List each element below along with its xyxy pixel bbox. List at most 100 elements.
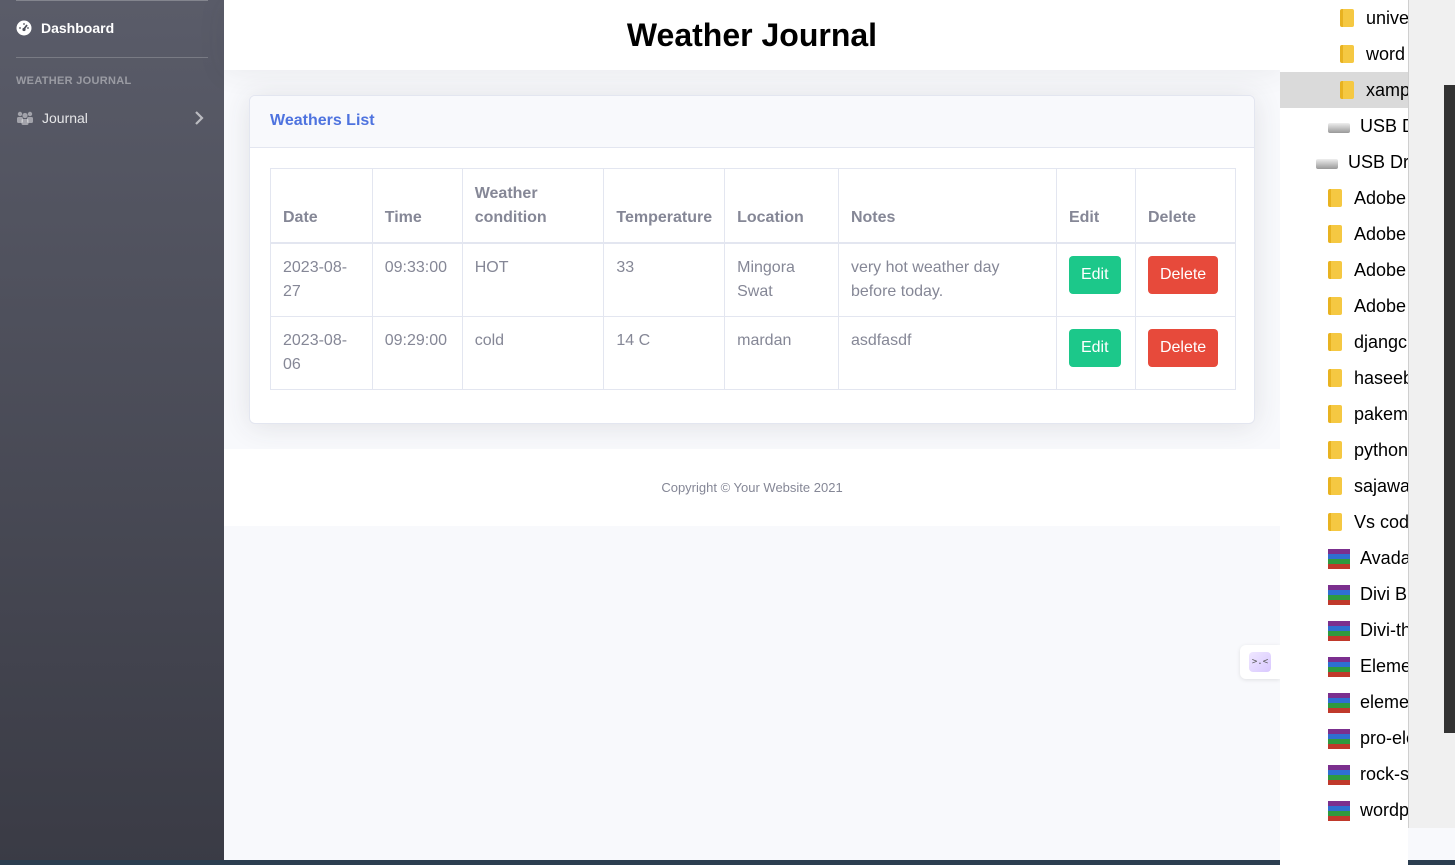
explorer-item[interactable]: python <box>1280 432 1408 468</box>
archive-icon <box>1328 801 1352 821</box>
column-header-condition: Weather condition <box>461 168 605 244</box>
folder-icon <box>1328 441 1346 459</box>
cell-date: 2023-08-06 <box>270 315 373 390</box>
archive-icon <box>1328 621 1352 641</box>
widget-icon: >.< <box>1249 652 1271 672</box>
sidebar-item-journal[interactable]: Journal <box>16 108 208 128</box>
explorer-item-label: python <box>1354 439 1408 460</box>
folder-icon <box>1328 513 1346 531</box>
cell-condition: cold <box>461 315 605 390</box>
folder-icon <box>1328 225 1346 243</box>
explorer-item-label: pakem <box>1354 403 1408 424</box>
cell-delete: Delete <box>1134 242 1237 317</box>
explorer-item[interactable]: Elemer <box>1280 648 1408 684</box>
explorer-item[interactable]: Adobe <box>1280 288 1408 324</box>
edit-button[interactable]: Edit <box>1068 255 1121 294</box>
explorer-item-label: Adobe <box>1354 295 1407 316</box>
explorer-item-label: Divi-th <box>1360 619 1408 640</box>
explorer-item[interactable]: USB Dr <box>1280 108 1408 144</box>
table-row: 2023-08-06 09:29:00 cold 14 C mardan asd… <box>270 315 1237 390</box>
column-header-date: Date <box>270 168 373 244</box>
usb-drive-icon <box>1316 153 1340 171</box>
cell-location: mardan <box>724 315 839 390</box>
explorer-item[interactable]: djangc <box>1280 324 1408 360</box>
explorer-item[interactable]: Divi Bu <box>1280 576 1408 612</box>
weathers-table: Date Time Weather condition Temperature … <box>270 168 1237 390</box>
explorer-item-label: pro-ele <box>1360 727 1408 748</box>
delete-button[interactable]: Delete <box>1147 328 1219 367</box>
folder-icon <box>1340 45 1358 63</box>
archive-icon <box>1328 585 1352 605</box>
explorer-item[interactable]: Avada <box>1280 540 1408 576</box>
card-header: Weathers List <box>250 96 1254 148</box>
column-header-time: Time <box>371 168 463 244</box>
folder-icon <box>1328 261 1346 279</box>
page-title: Weather Journal <box>626 16 878 53</box>
delete-button[interactable]: Delete <box>1147 255 1219 294</box>
archive-icon <box>1328 693 1352 713</box>
explorer-item[interactable]: elemer <box>1280 684 1408 720</box>
folder-icon <box>1328 405 1346 423</box>
explorer-item-label: Adobe <box>1354 187 1407 208</box>
explorer-item-label: Adobe <box>1354 259 1407 280</box>
users-icon <box>17 111 33 125</box>
explorer-item[interactable]: pakem <box>1280 396 1408 432</box>
sidebar-heading: WEATHER JOURNAL <box>16 75 132 87</box>
explorer-item-label: USB Driv <box>1348 151 1408 172</box>
explorer-item[interactable]: unive <box>1280 0 1408 36</box>
cell-edit: Edit <box>1055 242 1136 317</box>
column-header-edit: Edit <box>1055 168 1136 244</box>
archive-icon <box>1328 765 1352 785</box>
sidebar-journal-label: Journal <box>42 110 88 126</box>
explorer-scrollbar[interactable] <box>1444 85 1455 733</box>
cell-delete: Delete <box>1134 315 1237 390</box>
cell-condition: HOT <box>461 242 605 317</box>
folder-icon <box>1328 189 1346 207</box>
explorer-item-label: unive <box>1366 7 1408 28</box>
cell-edit: Edit <box>1055 315 1136 390</box>
explorer-item[interactable]: haseeb <box>1280 360 1408 396</box>
explorer-item-label: Avada <box>1360 547 1408 568</box>
explorer-item[interactable]: Adobe <box>1280 216 1408 252</box>
footer: Copyright © Your Website 2021 <box>224 449 1280 526</box>
explorer-item-label: xamp <box>1366 79 1408 100</box>
explorer-item[interactable]: Vs cod <box>1280 504 1408 540</box>
explorer-item[interactable]: rock-si <box>1280 756 1408 792</box>
folder-icon <box>1328 297 1346 315</box>
explorer-item-label: rock-si <box>1360 763 1408 784</box>
sidebar-dashboard-label: Dashboard <box>41 20 115 36</box>
explorer-item-label: word <box>1366 43 1406 64</box>
column-header-delete: Delete <box>1134 168 1237 244</box>
explorer-item-label: USB Dr <box>1360 115 1408 136</box>
explorer-item-label: sajawa <box>1354 475 1408 496</box>
explorer-item[interactable]: word <box>1280 36 1408 72</box>
archive-icon <box>1328 549 1352 569</box>
sidebar-item-dashboard[interactable]: Dashboard <box>16 20 114 36</box>
explorer-item[interactable]: wordp <box>1280 792 1408 828</box>
column-header-location: Location <box>724 168 839 244</box>
dashboard-icon <box>16 20 32 36</box>
explorer-item-label: Adobe <box>1354 223 1407 244</box>
explorer-item[interactable]: Adobe <box>1280 252 1408 288</box>
explorer-item[interactable]: pro-ele <box>1280 720 1408 756</box>
explorer-item[interactable]: sajawa <box>1280 468 1408 504</box>
explorer-item[interactable]: Adobe <box>1280 180 1408 216</box>
folder-icon <box>1340 9 1358 27</box>
floating-widget-button[interactable]: >.< <box>1240 645 1280 679</box>
explorer-item[interactable]: xamp <box>1280 72 1408 108</box>
explorer-item-label: Elemer <box>1360 655 1408 676</box>
edit-button[interactable]: Edit <box>1068 328 1121 367</box>
cell-time: 09:33:00 <box>371 242 463 317</box>
chevron-right-icon <box>195 111 204 125</box>
sidebar: Dashboard WEATHER JOURNAL Journal <box>0 0 224 865</box>
explorer-item[interactable]: Divi-th <box>1280 612 1408 648</box>
sidebar-divider <box>16 57 208 58</box>
topbar: Weather Journal <box>224 0 1280 70</box>
cell-notes: asdfasdf <box>837 315 1057 390</box>
usb-drive-icon <box>1328 117 1352 135</box>
explorer-item-label: wordp <box>1360 799 1408 820</box>
folder-icon <box>1328 333 1346 351</box>
explorer-item[interactable]: USB Driv <box>1280 144 1408 180</box>
table-row: 2023-08-27 09:33:00 HOT 33 Mingora Swat … <box>270 242 1237 317</box>
archive-icon <box>1328 657 1352 677</box>
